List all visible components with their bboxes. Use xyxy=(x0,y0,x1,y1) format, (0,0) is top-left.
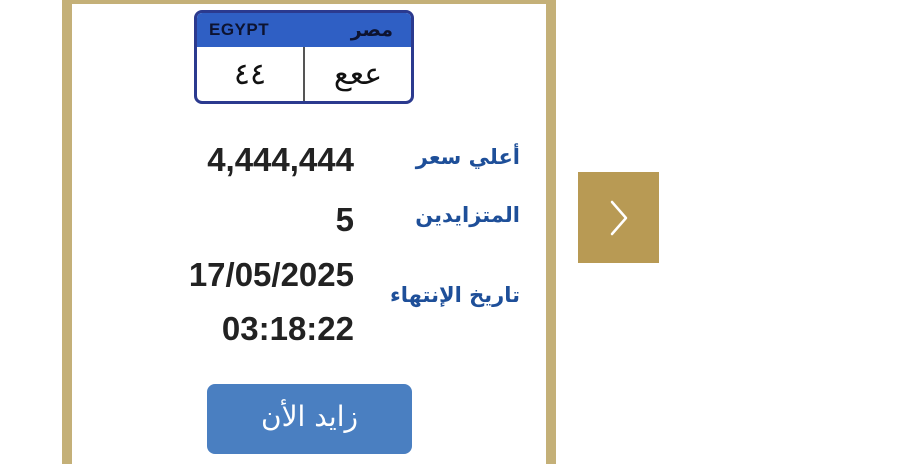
end-time-value: 03:18:22 xyxy=(221,310,354,347)
end-date-label: تاريخ الإنتهاء xyxy=(390,283,520,307)
plate-numbers: ٤٤ xyxy=(233,56,267,92)
highest-price-label: أعلي سعر xyxy=(415,145,520,169)
highest-price-value: 4,444,444 xyxy=(207,141,354,178)
bid-now-button[interactable]: زايد الأن xyxy=(207,384,412,454)
plate-letters: ععع xyxy=(333,56,383,92)
plate-header: EGYPT مصر xyxy=(197,13,411,47)
plate-country-en: EGYPT xyxy=(209,20,270,39)
end-date-value: 17/05/2025 xyxy=(188,256,354,293)
plate-body: ٤٤ ععع xyxy=(197,47,411,101)
bidders-label: المتزايدين xyxy=(415,203,520,227)
chevron-right-icon xyxy=(610,200,627,235)
license-plate: EGYPT مصر ٤٤ ععع xyxy=(194,10,414,104)
next-button[interactable] xyxy=(578,172,659,263)
plate-country-ar: مصر xyxy=(350,19,393,41)
bidders-count-value: 5 xyxy=(335,201,354,238)
